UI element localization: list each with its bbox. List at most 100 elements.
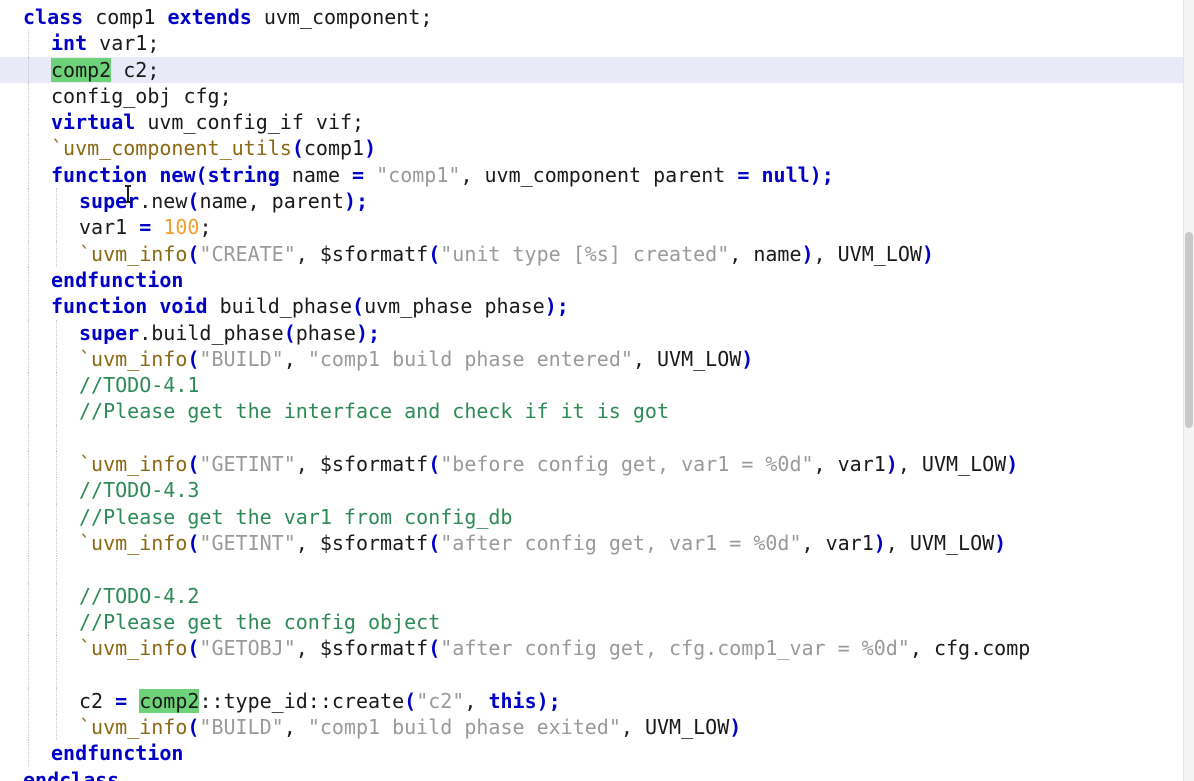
- indent-guide: [28, 661, 29, 688]
- code-token-str: "GETOBJ": [199, 636, 296, 661]
- indent-guide: [28, 345, 29, 373]
- code-line[interactable]: var1 = 100;: [0, 214, 1184, 241]
- code-token-kw: class: [23, 5, 84, 29]
- code-token-op: =: [737, 162, 750, 187]
- indent-guide: [28, 266, 29, 294]
- code-token-id: , uvm_component parent: [460, 162, 738, 187]
- code-line[interactable]: function new(string name = "comp1", uvm_…: [0, 161, 1184, 189]
- code-token-id: uvm_config_if vif;: [135, 110, 365, 135]
- code-line[interactable]: `uvm_info("CREATE", $sformatf("unit type…: [0, 240, 1184, 267]
- code-token-op: (: [428, 636, 441, 661]
- code-token-id: comp1: [303, 136, 365, 161]
- code-line[interactable]: `uvm_info("GETINT", $sformatf("before co…: [0, 451, 1184, 478]
- indent-guide: [28, 56, 29, 83]
- code-line[interactable]: virtual uvm_config_if vif;: [0, 109, 1184, 136]
- code-token-id: [749, 163, 761, 187]
- code-token-str: "GETINT": [199, 530, 296, 555]
- code-line[interactable]: super.build_phase(phase);: [0, 319, 1184, 346]
- code-line[interactable]: `uvm_component_utils(comp1): [0, 135, 1184, 162]
- code-token-kw: this: [488, 688, 537, 713]
- code-line[interactable]: `uvm_info("BUILD", "comp1 build phase ex…: [0, 714, 1184, 741]
- indent-guide: [28, 529, 29, 557]
- code-token-op: ): [873, 530, 886, 555]
- code-token-id: uvm_phase phase: [364, 294, 545, 319]
- code-line[interactable]: //TODO-4.1: [0, 372, 1184, 399]
- code-line[interactable]: //Please get the var1 from config_db: [0, 503, 1184, 530]
- indent-guide: [56, 714, 57, 741]
- code-token-op: (: [187, 189, 200, 214]
- code-line[interactable]: //Please get the config object: [0, 608, 1184, 636]
- code-token-id: , UVM_LOW: [897, 452, 1007, 477]
- indent-guide: [28, 188, 29, 215]
- code-line[interactable]: `uvm_info("GETINT", $sformatf("after con…: [0, 529, 1184, 557]
- code-token-op: (: [428, 530, 441, 555]
- code-area[interactable]: class comp1 extends uvm_component; int va…: [0, 4, 1184, 781]
- indent-guide: [28, 635, 29, 662]
- indent-guide: [56, 424, 57, 452]
- code-token-op: (: [187, 346, 200, 371]
- indent-guide: [56, 687, 57, 715]
- code-token-op: );: [355, 320, 381, 345]
- code-token-op: =: [139, 215, 152, 240]
- code-token-kw: function: [51, 162, 148, 187]
- code-line[interactable]: endclass: [0, 767, 1184, 781]
- code-token-macro: `uvm_component_utils: [51, 136, 292, 161]
- code-token-op: (: [428, 241, 441, 266]
- code-line[interactable]: function void build_phase(uvm_phase phas…: [0, 293, 1184, 320]
- code-token-macro: `uvm_info: [79, 636, 188, 661]
- code-token-id: var1: [79, 215, 140, 240]
- code-line[interactable]: [0, 556, 1184, 583]
- code-token-op: (: [187, 715, 200, 740]
- indent-guide: [28, 161, 29, 189]
- code-editor[interactable]: class comp1 extends uvm_component; int va…: [0, 0, 1194, 781]
- code-line[interactable]: //TODO-4.2: [0, 582, 1184, 609]
- code-token-id: , var1: [813, 452, 886, 477]
- code-line[interactable]: class comp1 extends uvm_component;: [0, 4, 1184, 30]
- code-token-id: c2;: [111, 57, 160, 82]
- code-token-str: "BUILD": [199, 346, 284, 371]
- code-line[interactable]: int var1;: [0, 30, 1184, 57]
- code-line[interactable]: `uvm_info("BUILD", "comp1 build phase en…: [0, 345, 1184, 373]
- indent-guide: [28, 214, 29, 241]
- scrollbar-thumb[interactable]: [1185, 232, 1193, 428]
- indent-guide: [28, 582, 29, 609]
- code-token-op: (: [187, 636, 200, 661]
- indent-guide: [28, 451, 29, 478]
- code-line[interactable]: //TODO-4.3: [0, 477, 1184, 504]
- code-line[interactable]: [0, 661, 1184, 688]
- indent-guide: [56, 477, 57, 504]
- code-token-hl: comp2: [51, 57, 112, 82]
- code-line[interactable]: [0, 424, 1184, 452]
- code-token-op: ): [885, 452, 898, 477]
- code-token-op: ): [994, 530, 1007, 555]
- code-line[interactable]: config_obj cfg;: [0, 82, 1184, 110]
- code-line[interactable]: endfunction: [0, 266, 1184, 294]
- code-token-id: , name: [729, 241, 802, 266]
- code-token-cmt: //TODO-4.3: [79, 478, 200, 503]
- code-line[interactable]: //Please get the interface and check if …: [0, 398, 1184, 425]
- code-line[interactable]: super.new(name, parent);: [0, 188, 1184, 215]
- code-token-op: (: [187, 452, 200, 477]
- code-token-id: name, parent: [199, 189, 344, 214]
- code-line[interactable]: c2 = comp2::type_id::create("c2", this);: [0, 687, 1184, 715]
- code-token-kw: endfunction: [51, 741, 184, 766]
- code-line[interactable]: `uvm_info("GETOBJ", $sformatf("after con…: [0, 635, 1184, 662]
- code-token-id: c2: [79, 688, 116, 713]
- code-token-op: ): [741, 346, 754, 371]
- indent-guide: [28, 398, 29, 425]
- indent-guide: [28, 740, 29, 767]
- code-token-id: , UVM_LOW: [632, 346, 742, 371]
- indent-guide: [28, 82, 29, 110]
- indent-guide: [28, 608, 29, 636]
- indent-guide: [28, 477, 29, 504]
- indent-guide: [28, 135, 29, 162]
- code-token-id: , UVM_LOW: [813, 241, 922, 266]
- indent-guide: [56, 635, 57, 662]
- code-token-op: (: [352, 294, 365, 319]
- code-token-id: [364, 163, 376, 187]
- vertical-scrollbar[interactable]: [1183, 0, 1194, 781]
- code-line[interactable]: endfunction: [0, 740, 1184, 767]
- code-line[interactable]: comp2 c2;: [0, 56, 1184, 83]
- code-token-kw: function: [51, 294, 148, 319]
- code-token-op: ): [364, 136, 377, 161]
